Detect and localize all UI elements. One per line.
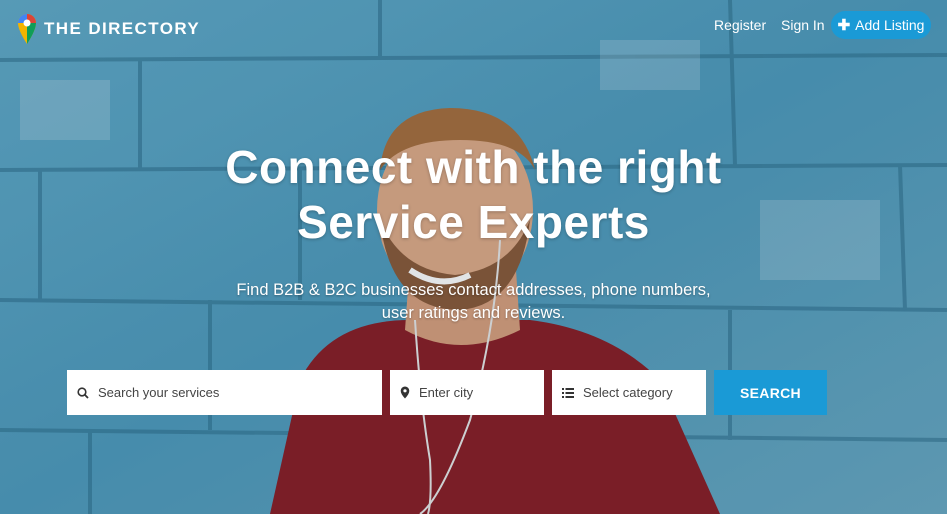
headline-line-1: Connect with the right (225, 141, 722, 193)
city-placeholder: Enter city (419, 385, 474, 400)
brand-logo[interactable]: THE DIRECTORY (16, 12, 200, 46)
service-search-input[interactable]: Search your services (67, 370, 382, 415)
hero-subtitle: Find B2B & B2C businesses contact addres… (0, 279, 947, 325)
brand-name: THE DIRECTORY (44, 19, 201, 38)
service-search-placeholder: Search your services (98, 385, 220, 400)
add-listing-button[interactable]: ✚ Add Listing (831, 11, 931, 39)
category-select[interactable]: Select category (552, 370, 706, 415)
subtitle-line-1: Find B2B & B2C businesses contact addres… (236, 281, 711, 299)
list-icon (562, 387, 574, 398)
top-navbar: THE DIRECTORY Register Sign In ✚ Add Lis… (0, 0, 947, 52)
map-pin-logo-icon (18, 14, 36, 44)
hero-background (0, 0, 947, 514)
headline-line-2: Service Experts (297, 196, 650, 248)
location-pin-icon (400, 386, 410, 399)
subtitle-line-2: user ratings and reviews. (381, 304, 566, 322)
hero-headline: Connect with the right Service Experts (0, 140, 947, 250)
search-icon (77, 386, 89, 399)
category-placeholder: Select category (583, 385, 673, 400)
city-input[interactable]: Enter city (390, 370, 544, 415)
search-button[interactable]: SEARCH (714, 370, 827, 415)
plus-icon: ✚ (837, 17, 851, 34)
register-link[interactable]: Register (714, 17, 766, 33)
sign-in-link[interactable]: Sign In (781, 17, 825, 33)
add-listing-label: Add Listing (855, 17, 925, 33)
